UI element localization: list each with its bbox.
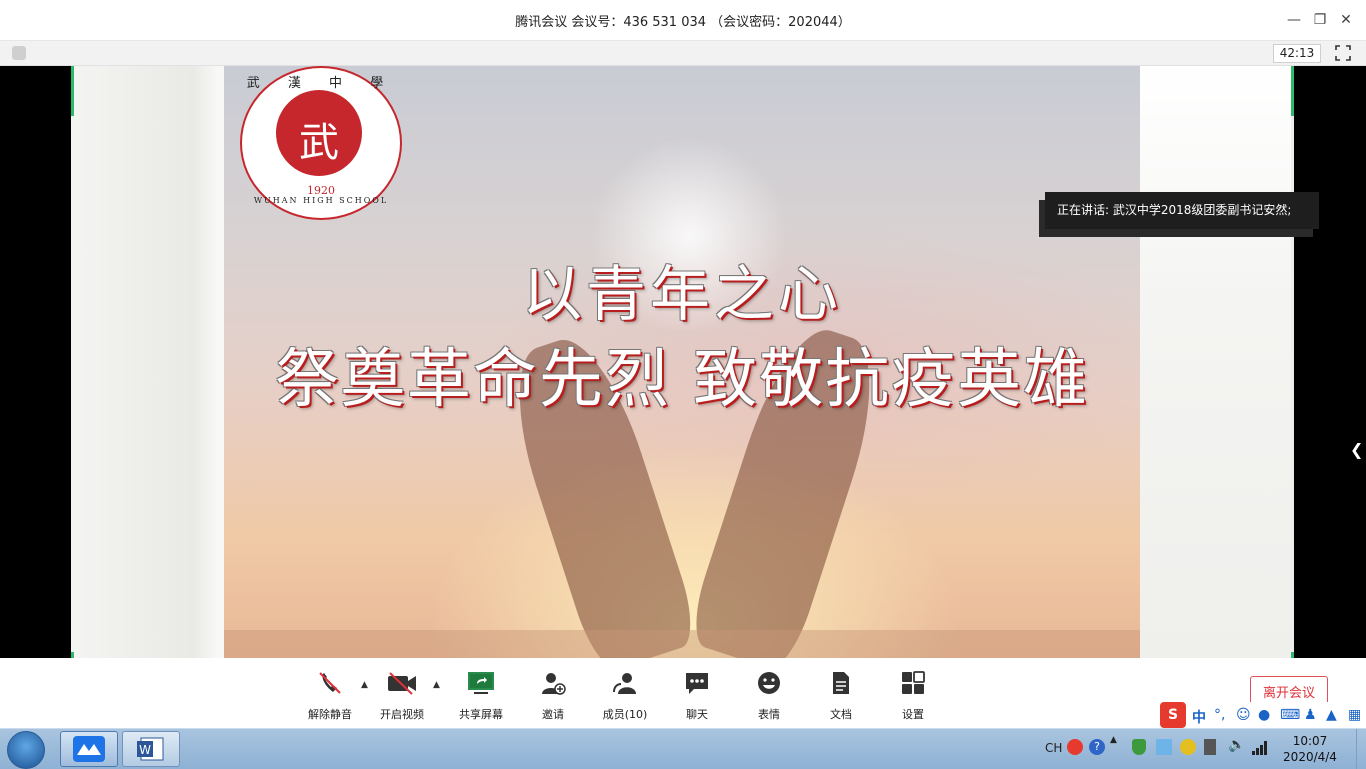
unmute-label: 解除静音: [308, 708, 352, 721]
camera-off-icon: [388, 672, 416, 695]
tray-expand-icon[interactable]: ▲: [1110, 735, 1117, 745]
usb-device-icon[interactable]: [1204, 739, 1216, 755]
audio-options-caret[interactable]: ▲: [361, 680, 368, 690]
settings-button[interactable]: 设置: [883, 670, 943, 722]
tencent-meeting-icon: [73, 736, 105, 762]
windows-taskbar: W CH ? ▲ 🔈 10:07 2020/4/4: [0, 728, 1366, 769]
city-skyline: [224, 630, 1140, 658]
smiley-icon: [758, 672, 780, 694]
chat-button[interactable]: 聊天: [667, 670, 727, 722]
share-screen-button[interactable]: 共享屏幕: [451, 670, 511, 722]
system-clock[interactable]: 10:07 2020/4/4: [1280, 733, 1340, 765]
ime-voice-icon[interactable]: ●: [1258, 707, 1270, 723]
chat-label: 聊天: [686, 708, 708, 721]
ime-lang-toggle[interactable]: 中: [1192, 707, 1206, 727]
slide-headline-2: 祭奠革命先烈 致敬抗疫英雄: [274, 343, 1090, 417]
meeting-timer: 42:13: [1273, 44, 1321, 63]
ime-tools-icon[interactable]: ▦: [1348, 707, 1361, 723]
active-speaker-label: 正在讲话: 武汉中学2018级团委副书记安然;: [1045, 192, 1319, 229]
mic-muted-icon: [319, 672, 341, 694]
members-icon: [613, 673, 636, 694]
taskbar-tencent-meeting[interactable]: [60, 731, 118, 767]
logo-english: WUHAN HIGH SCHOOL: [253, 196, 389, 205]
restore-icon[interactable]: ❐: [1310, 10, 1330, 30]
documents-button[interactable]: 文档: [811, 670, 871, 722]
share-border-right: [1291, 66, 1294, 116]
shield-icon[interactable]: [12, 46, 26, 60]
slide-image: 武 漢 中 學 武 1920 WUHAN HIGH SCHOOL 以青年之心 祭…: [224, 66, 1140, 658]
start-video-label: 开启视频: [380, 708, 424, 721]
start-button[interactable]: [7, 731, 45, 769]
volume-icon[interactable]: 🔈: [1228, 737, 1245, 753]
network-app-icon[interactable]: [1156, 739, 1172, 755]
meeting-info-bar: 42:13: [0, 41, 1366, 66]
start-video-button[interactable]: 开启视频: [372, 670, 432, 722]
ime-punct-toggle[interactable]: °,: [1214, 707, 1225, 723]
document-icon: [833, 672, 849, 694]
reactions-button[interactable]: 表情: [739, 670, 799, 722]
ime-toolbar: S 中 °, ☺ ● ⌨ ♟ ▲ ▦: [1160, 702, 1366, 730]
sogou-tray-icon[interactable]: [1067, 739, 1083, 755]
show-desktop-button[interactable]: [1356, 729, 1366, 769]
members-label: 成员(10): [602, 708, 648, 721]
security-shield-icon[interactable]: [1132, 739, 1146, 755]
signal-icon[interactable]: [1251, 739, 1269, 755]
ime-keyboard-icon[interactable]: ⌨: [1280, 707, 1300, 723]
sogou-logo-icon[interactable]: S: [1160, 702, 1186, 728]
school-logo: 武 漢 中 學 武 1920 WUHAN HIGH SCHOOL: [240, 66, 402, 220]
share-border-left: [71, 66, 74, 116]
svg-text:W: W: [139, 743, 151, 757]
share-screen-label: 共享屏幕: [459, 708, 503, 721]
grid-settings-icon: [902, 671, 925, 694]
reactions-label: 表情: [758, 708, 780, 721]
title-bar: 腾讯会议 会议号：436 531 034 （会议密码：202044） — ❐ ✕: [0, 0, 1366, 41]
clock-time: 10:07: [1292, 734, 1328, 748]
minimize-icon[interactable]: —: [1284, 10, 1304, 30]
ime-skin-icon[interactable]: ▲: [1326, 707, 1337, 723]
logo-seal: 武: [276, 90, 362, 176]
settings-label: 设置: [902, 708, 924, 721]
invite-button[interactable]: 邀请: [523, 670, 583, 722]
tray-app-icon[interactable]: [1180, 739, 1196, 755]
help-icon[interactable]: ?: [1089, 739, 1105, 755]
members-button[interactable]: 成员(10): [595, 670, 655, 722]
word-icon: W: [137, 737, 164, 761]
logo-top-text: 武 漢 中 學: [246, 76, 396, 91]
invite-label: 邀请: [542, 708, 564, 721]
input-lang-indicator[interactable]: CH: [1045, 741, 1062, 755]
ime-user-icon[interactable]: ♟: [1304, 707, 1317, 723]
fullscreen-icon[interactable]: [1334, 44, 1352, 62]
shared-screen-area: 武 漢 中 學 武 1920 WUHAN HIGH SCHOOL 以青年之心 祭…: [0, 66, 1366, 658]
close-icon[interactable]: ✕: [1336, 10, 1356, 30]
chat-icon: [686, 673, 708, 694]
taskbar-word[interactable]: W: [122, 731, 180, 767]
slide-headline-1: 以青年之心: [522, 260, 842, 330]
clock-date: 2020/4/4: [1283, 750, 1337, 764]
slide-right-panel: [1140, 66, 1291, 658]
ime-emoji-icon[interactable]: ☺: [1236, 707, 1251, 723]
add-user-icon: [542, 673, 566, 695]
chevron-left-icon[interactable]: ❮: [1350, 440, 1363, 459]
share-screen-icon: [468, 672, 494, 694]
documents-label: 文档: [830, 708, 852, 721]
window-title: 腾讯会议 会议号：436 531 034 （会议密码：202044）: [515, 15, 851, 30]
logo-glyph: 武: [299, 120, 339, 166]
video-options-caret[interactable]: ▲: [433, 680, 440, 690]
unmute-button[interactable]: 解除静音: [300, 670, 360, 722]
